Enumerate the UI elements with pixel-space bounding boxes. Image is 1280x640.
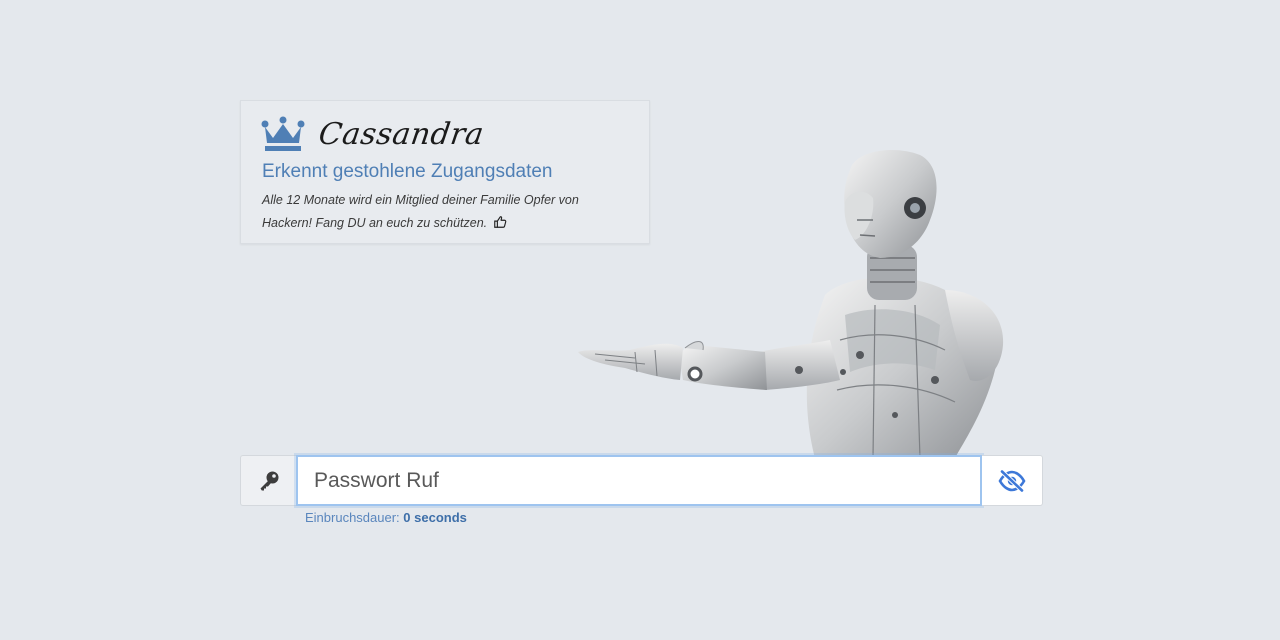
login-page: Cassandra Erkennt gestohlene Zugangsdate… (0, 0, 1280, 640)
password-input[interactable] (296, 455, 982, 506)
crack-time-text: Einbruchsdauer: 0 seconds (305, 510, 467, 525)
crown-icon (261, 116, 305, 151)
brand-name: Cassandra (316, 116, 487, 152)
robot-illustration (578, 150, 1004, 458)
tagline: Erkennt gestohlene Zugangsdaten (262, 161, 553, 182)
crack-time-label: Einbruchsdauer: (305, 510, 400, 525)
password-input-group (240, 455, 1043, 506)
eye-slash-icon (998, 469, 1026, 492)
crack-time-value: 0 seconds (403, 510, 467, 525)
key-icon (260, 471, 278, 490)
thumbs-up-icon (494, 216, 507, 228)
description-text: Alle 12 Monate wird ein Mitglied deiner … (262, 193, 579, 230)
key-addon (240, 455, 296, 506)
toggle-visibility-button[interactable] (982, 455, 1043, 506)
brand-row: Cassandra (261, 113, 487, 155)
